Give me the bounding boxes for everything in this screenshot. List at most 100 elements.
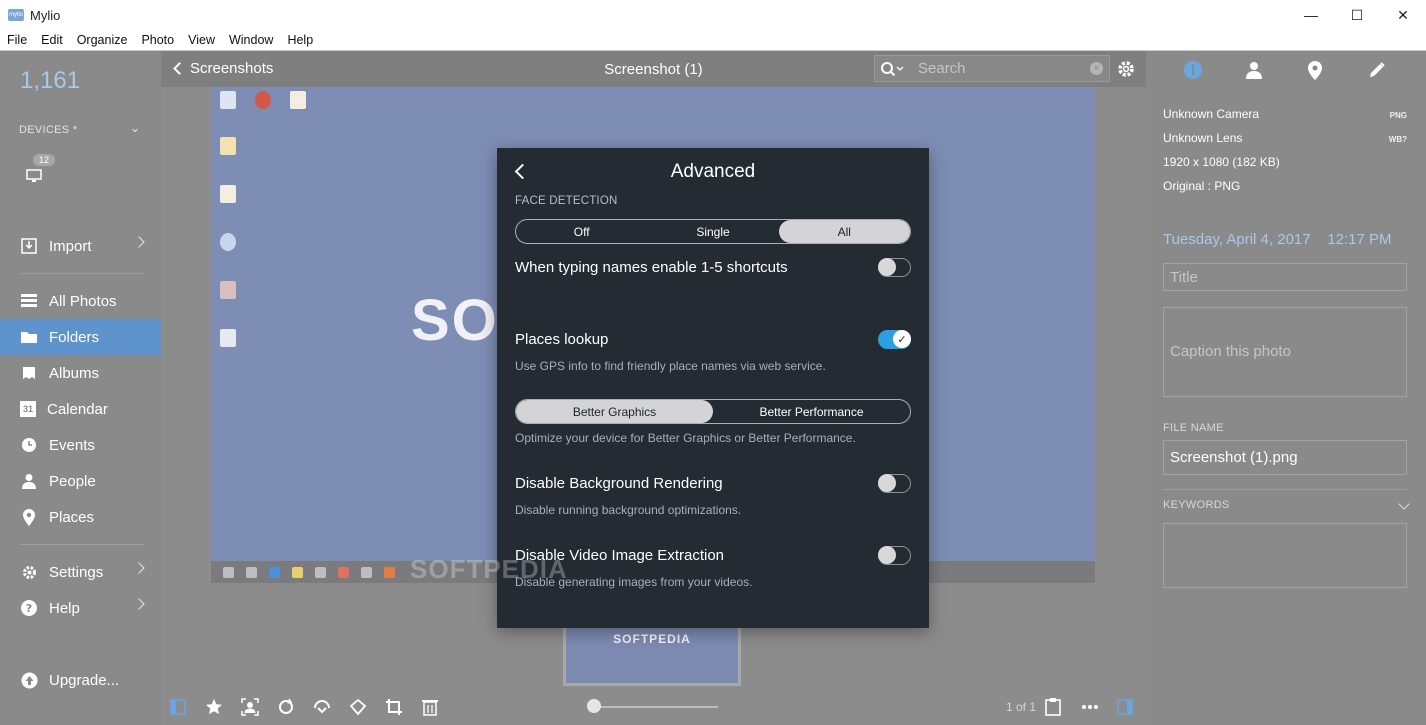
face-option-all[interactable]: All — [778, 220, 910, 243]
search-clear-icon[interactable]: × — [1090, 62, 1103, 75]
maximize-button[interactable]: ☐ — [1334, 0, 1380, 30]
more-icon[interactable] — [1080, 697, 1100, 717]
sidebar-item-import[interactable]: Import — [0, 228, 161, 264]
folder-icon — [20, 328, 38, 346]
title-field[interactable] — [1163, 263, 1407, 291]
location-icon[interactable] — [1304, 59, 1326, 81]
toggle-knob — [878, 258, 896, 276]
caption-field[interactable] — [1163, 307, 1407, 397]
rotate-right-icon[interactable] — [348, 697, 368, 717]
menu-help[interactable]: Help — [280, 33, 320, 47]
calendar-icon: 31 — [20, 401, 36, 417]
gear-icon[interactable] — [1116, 59, 1136, 84]
taskbar-icon — [292, 566, 303, 578]
menu-view[interactable]: View — [181, 33, 222, 47]
menu-organize[interactable]: Organize — [70, 33, 135, 47]
desktop-icon — [213, 233, 243, 253]
sidebar-item-label: Albums — [49, 364, 100, 382]
sidebar-item-label: People — [49, 472, 96, 490]
sidebar-item-all-photos[interactable]: All Photos — [0, 283, 161, 319]
sidebar-item-label: Events — [49, 436, 95, 454]
panel-left-icon[interactable] — [168, 697, 188, 717]
keywords-field[interactable] — [1163, 523, 1407, 588]
sidebar-item-folders[interactable]: Folders — [0, 319, 161, 355]
close-button[interactable]: ✕ — [1380, 0, 1426, 30]
lens-model: Unknown Lens — [1163, 131, 1243, 145]
desktop-icon — [213, 329, 243, 349]
rotate-left-icon[interactable] — [312, 697, 332, 717]
upgrade-icon — [20, 671, 38, 689]
chevron-down-icon[interactable] — [1398, 498, 1410, 510]
sidebar-item-places[interactable]: Places — [0, 499, 161, 535]
face-tag-icon[interactable] — [240, 697, 260, 717]
video-extraction-toggle[interactable] — [878, 546, 911, 565]
sidebar-item-label: Folders — [49, 328, 100, 346]
svg-text:?: ? — [26, 602, 32, 615]
face-option-single[interactable]: Single — [647, 220, 778, 243]
minimize-button[interactable]: — — [1288, 0, 1334, 30]
option-better-performance[interactable]: Better Performance — [713, 400, 910, 423]
trash-icon[interactable] — [420, 697, 440, 717]
edit-icon[interactable] — [1366, 59, 1388, 81]
sidebar-item-help[interactable]: ? Help — [0, 590, 161, 626]
file-name-field[interactable] — [1163, 440, 1407, 475]
zoom-slider-handle[interactable] — [587, 699, 601, 713]
clipboard-icon[interactable] — [1043, 697, 1063, 717]
rotate-icon[interactable] — [276, 697, 296, 717]
devices-label[interactable]: DEVICES * — [19, 124, 77, 136]
search-icon[interactable] — [880, 61, 904, 77]
sidebar-divider — [20, 544, 144, 545]
person-icon[interactable] — [1243, 59, 1265, 81]
menu-file[interactable]: File — [0, 33, 34, 47]
window-controls: — ☐ ✕ — [1288, 0, 1426, 30]
places-lookup-toggle[interactable]: ✓ — [878, 330, 911, 349]
person-icon — [20, 472, 38, 490]
sidebar-item-people[interactable]: People — [0, 463, 161, 499]
viewer-toolbar: 1 of 1 — [161, 688, 1146, 725]
info-icon[interactable] — [1182, 59, 1204, 81]
menu-window[interactable]: Window — [222, 33, 280, 47]
keywords-divider — [1163, 489, 1407, 490]
desktop-icon — [213, 137, 243, 157]
sidebar-item-label: Calendar — [47, 400, 108, 418]
background-rendering-description: Disable running background optimizations… — [515, 503, 742, 517]
shortcuts-toggle[interactable] — [878, 258, 911, 277]
keywords-label[interactable]: KEYWORDS — [1163, 499, 1230, 511]
sidebar-item-settings[interactable]: Settings — [0, 554, 161, 590]
menu-edit[interactable]: Edit — [34, 33, 70, 47]
taskbar-icon — [269, 566, 280, 578]
capture-date[interactable]: Tuesday, April 4, 2017 12:17 PM — [1163, 231, 1391, 248]
crop-icon[interactable] — [384, 697, 404, 717]
softpedia-watermark: SOFTPEDIA — [410, 554, 568, 584]
thumbnail-strip-item[interactable]: SOFTPEDIA — [563, 623, 741, 686]
face-option-off[interactable]: Off — [516, 220, 647, 243]
performance-segmented-control: Better Graphics Better Performance — [515, 399, 911, 424]
search-input[interactable] — [918, 60, 1078, 77]
desktop-icon — [213, 91, 243, 111]
option-better-graphics[interactable]: Better Graphics — [516, 400, 713, 423]
sidebar-item-upgrade[interactable]: Upgrade... — [0, 662, 161, 698]
panel-right-icon[interactable] — [1115, 697, 1135, 717]
app-logo-icon: mylio — [8, 9, 24, 21]
background-rendering-toggle[interactable] — [878, 474, 911, 493]
sidebar-item-events[interactable]: Events — [0, 427, 161, 463]
help-icon: ? — [20, 599, 38, 617]
zoom-slider-track[interactable] — [593, 706, 718, 708]
photo-count: 1,161 — [20, 67, 81, 94]
sidebar-item-albums[interactable]: Albums — [0, 355, 161, 391]
chevron-down-icon[interactable]: ⌄ — [130, 121, 140, 135]
performance-description: Optimize your device for Better Graphics… — [515, 431, 856, 445]
camera-model: Unknown Camera — [1163, 107, 1260, 121]
white-balance-tag: WB? — [1388, 135, 1407, 144]
search-box: × — [874, 55, 1110, 82]
menu-photo[interactable]: Photo — [134, 33, 181, 47]
sidebar-item-calendar[interactable]: 31 Calendar — [0, 391, 161, 427]
monitor-icon[interactable] — [26, 169, 42, 188]
star-icon[interactable] — [204, 697, 224, 717]
window-title: Mylio — [30, 7, 61, 23]
sidebar-item-label: Import — [49, 237, 92, 255]
info-tabs — [1146, 51, 1426, 87]
desktop-icon — [283, 91, 313, 111]
taskbar-icon — [246, 566, 257, 578]
sidebar-item-label: Help — [49, 599, 80, 617]
